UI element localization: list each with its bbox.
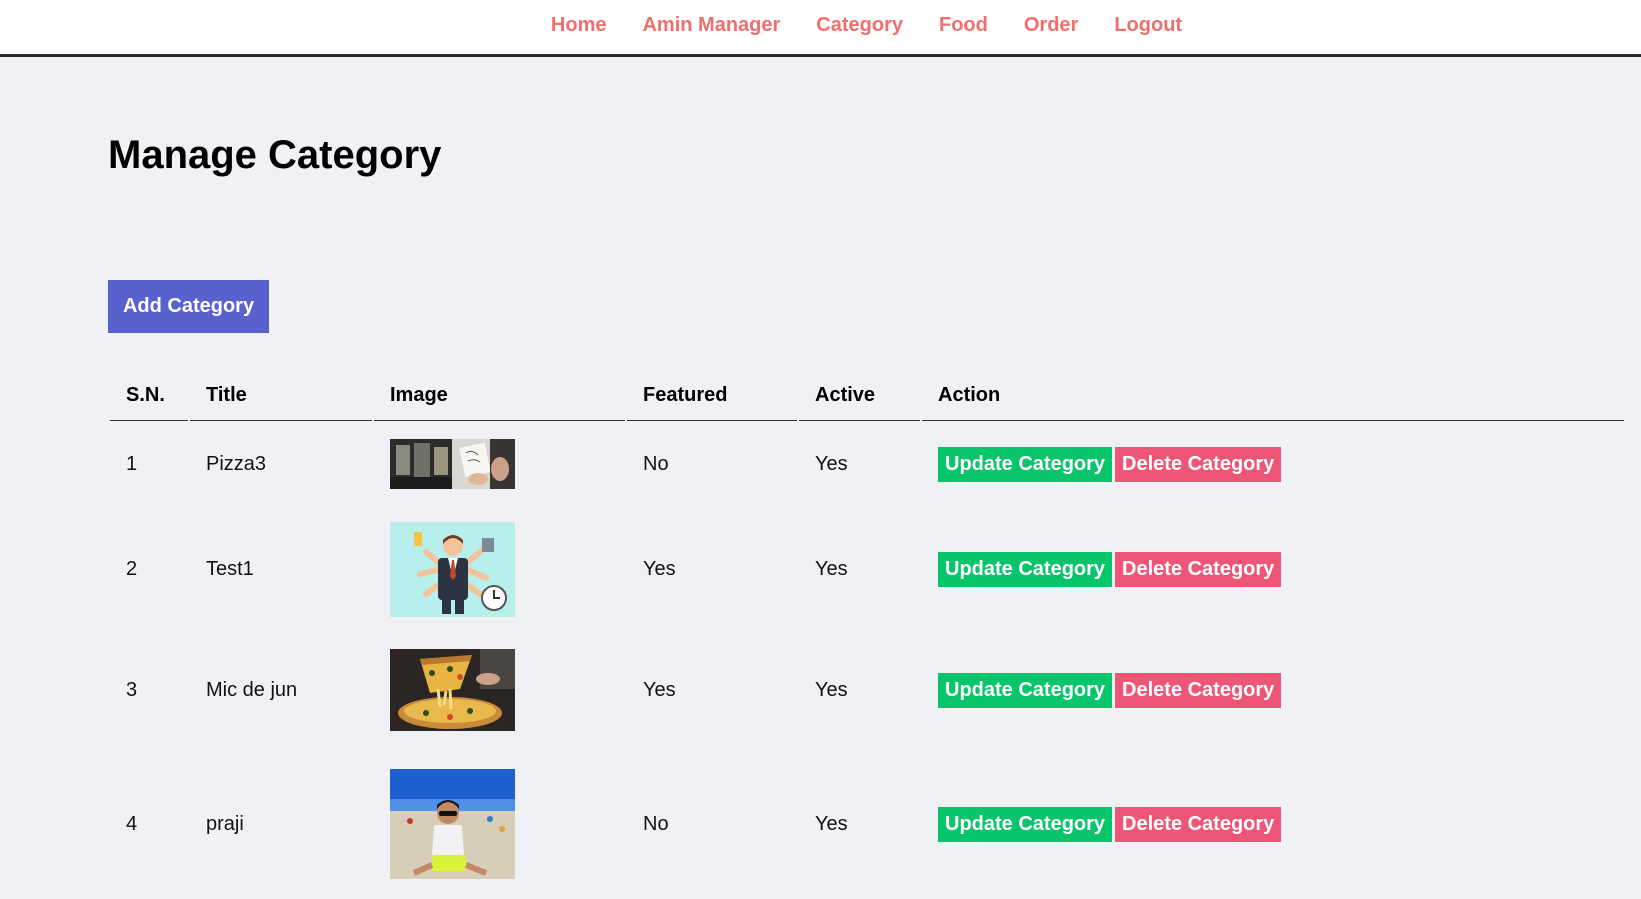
cell-title: Mic de jun [206, 678, 298, 701]
cell-title: Pizza3 [206, 452, 267, 475]
update-category-button[interactable]: Update Category [938, 672, 1113, 708]
category-image-restaurant [390, 439, 515, 489]
cell-sn: 2 [126, 557, 138, 580]
page-title: Manage Category [108, 133, 442, 177]
cell-active: Yes [815, 452, 848, 475]
delete-category-button[interactable]: Delete Category [1115, 446, 1282, 482]
table-row: 4 praji No Yes Update Category Delete Ca… [110, 749, 1624, 899]
header-image: Image [374, 370, 625, 421]
category-image-beach-person [390, 769, 515, 879]
header-title: Title [190, 370, 372, 421]
header-action: Action [922, 370, 1624, 421]
nav-home[interactable]: Home [551, 12, 607, 38]
cell-featured: Yes [643, 678, 676, 701]
cell-featured: No [643, 812, 669, 835]
update-category-button[interactable]: Update Category [938, 806, 1113, 842]
table-row: 2 Test1 Yes Yes Update Category Delete C… [110, 507, 1624, 631]
cell-active: Yes [815, 557, 848, 580]
delete-category-button[interactable]: Delete Category [1115, 672, 1282, 708]
cell-sn: 3 [126, 678, 138, 701]
category-image-multitasking-man [390, 521, 515, 617]
category-table: S.N. Title Image Featured Active Action … [108, 370, 1626, 899]
main-nav: Home Amin Manager Category Food Order Lo… [0, 12, 1641, 38]
cell-title: Test1 [206, 557, 254, 580]
cell-title: praji [206, 812, 244, 835]
category-image-pizza [390, 649, 515, 731]
update-category-button[interactable]: Update Category [938, 551, 1113, 587]
table-header-row: S.N. Title Image Featured Active Action [110, 370, 1624, 421]
cell-featured: No [643, 452, 669, 475]
table-row: 1 Pizza3 No Yes Update Category Delete C… [110, 421, 1624, 507]
cell-active: Yes [815, 812, 848, 835]
nav-food[interactable]: Food [939, 12, 988, 38]
delete-category-button[interactable]: Delete Category [1115, 551, 1282, 587]
nav-admin-manager[interactable]: Amin Manager [642, 12, 780, 38]
header-active: Active [799, 370, 920, 421]
add-category-button[interactable]: Add Category [108, 280, 269, 333]
top-navbar: Home Amin Manager Category Food Order Lo… [0, 0, 1641, 57]
header-sn: S.N. [110, 370, 188, 421]
nav-category[interactable]: Category [816, 12, 903, 38]
update-category-button[interactable]: Update Category [938, 446, 1113, 482]
header-featured: Featured [627, 370, 797, 421]
nav-order[interactable]: Order [1024, 12, 1078, 38]
table-row: 3 Mic de jun Yes Yes Update Category Del… [110, 631, 1624, 749]
delete-category-button[interactable]: Delete Category [1115, 806, 1282, 842]
cell-sn: 4 [126, 812, 138, 835]
cell-featured: Yes [643, 557, 676, 580]
nav-logout[interactable]: Logout [1114, 12, 1182, 38]
cell-active: Yes [815, 678, 848, 701]
cell-sn: 1 [126, 452, 138, 475]
